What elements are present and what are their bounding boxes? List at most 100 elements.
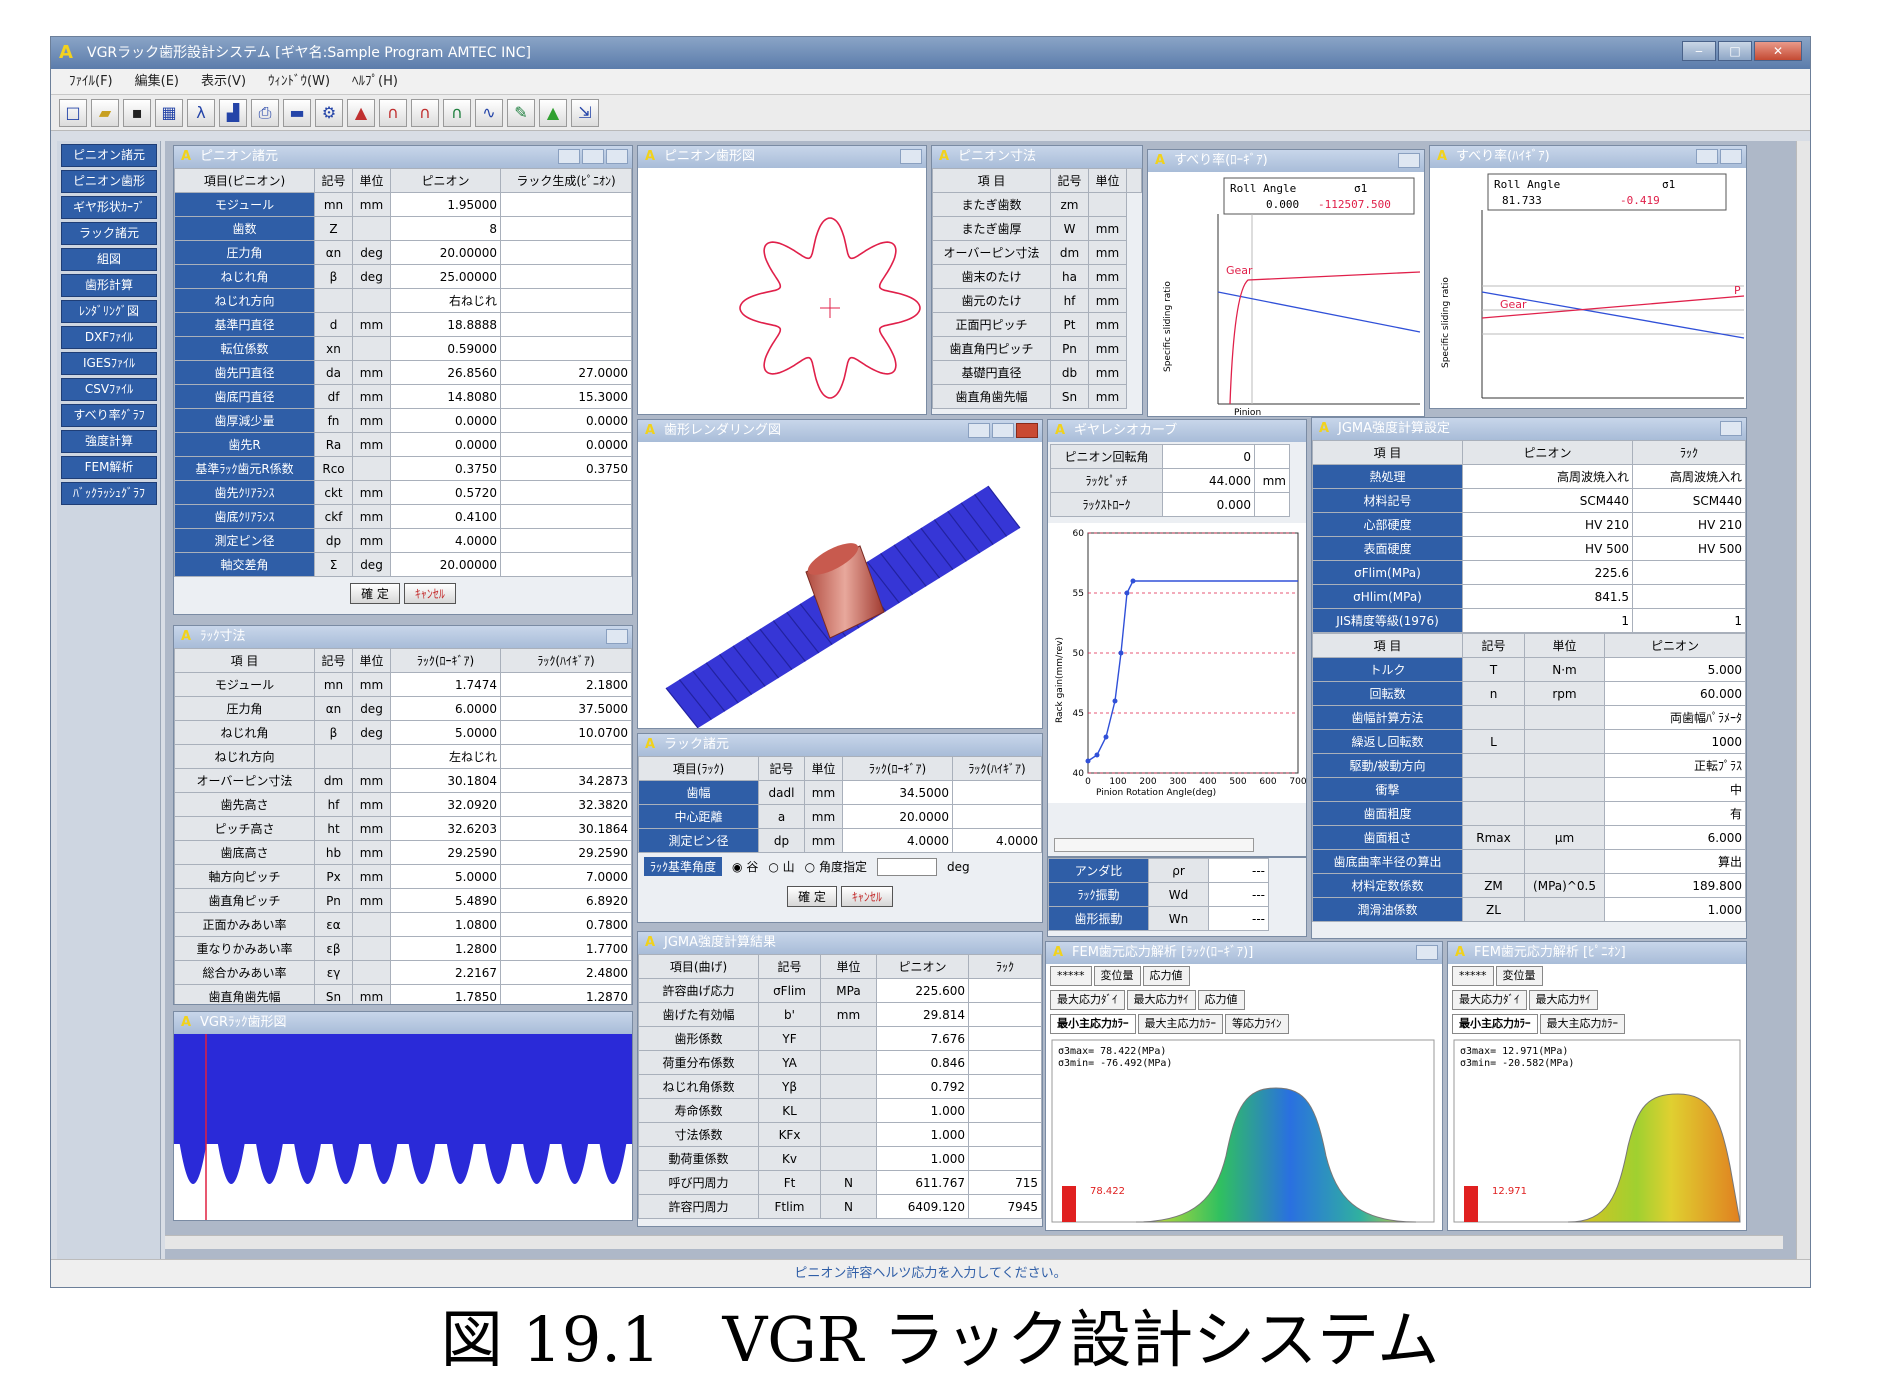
value-cell[interactable]: 34.5000 xyxy=(842,780,953,805)
close-button[interactable] xyxy=(606,629,628,644)
value-cell[interactable]: 1 xyxy=(1462,608,1633,633)
value-cell[interactable]: SCM440 xyxy=(1632,488,1746,513)
nav-csv[interactable]: CSVﾌｧｲﾙ xyxy=(61,378,157,401)
open-folder-icon[interactable]: ▰ xyxy=(91,99,119,127)
minimize-button[interactable]: ‒ xyxy=(1682,41,1716,61)
gear-icon[interactable]: ⚙ xyxy=(315,99,343,127)
fem-tab[interactable]: 最大応力ﾀﾞｲ xyxy=(1050,990,1125,1010)
maximize-button[interactable] xyxy=(582,149,604,164)
nav-rendering[interactable]: ﾚﾝﾀﾞﾘﾝｸﾞ図 xyxy=(61,300,157,323)
value-cell[interactable] xyxy=(500,288,632,313)
close-button[interactable] xyxy=(900,149,922,164)
value-cell[interactable] xyxy=(952,804,1042,829)
value-cell[interactable]: 30.1804 xyxy=(390,768,501,793)
value-cell[interactable]: 1.2870 xyxy=(500,984,632,1004)
value-cell[interactable]: 27.0000 xyxy=(500,360,632,385)
fem-tab[interactable]: ***** xyxy=(1452,966,1494,986)
window-titlebar[interactable]: A VGRラック歯形設計システム [ギヤ名:Sample Program AMT… xyxy=(51,37,1810,69)
value-cell[interactable]: --- xyxy=(1208,858,1269,883)
value-cell[interactable]: 2.1800 xyxy=(500,672,632,697)
value-cell[interactable] xyxy=(500,264,632,289)
value-cell[interactable]: 29.814 xyxy=(876,1002,969,1027)
value-cell[interactable]: HV 500 xyxy=(1632,536,1746,561)
value-cell[interactable]: 0.59000 xyxy=(390,336,501,361)
value-cell[interactable]: 1 xyxy=(1632,608,1746,633)
menu-edit[interactable]: 編集(E) xyxy=(127,69,187,94)
menu-window[interactable]: ｳｨﾝﾄﾞｳ(W) xyxy=(260,69,338,94)
value-cell[interactable]: 32.6203 xyxy=(390,816,501,841)
chart-icon[interactable]: ▟ xyxy=(219,99,247,127)
rack-dims-titlebar[interactable]: ﾗｯｸ寸法 xyxy=(174,626,632,648)
value-cell[interactable]: 20.00000 xyxy=(390,240,501,265)
fem-tab-min-principal[interactable]: 最小主応力ｶﾗｰ xyxy=(1452,1014,1538,1034)
value-cell[interactable]: 高周波焼入れ xyxy=(1632,464,1746,489)
fem-tab[interactable]: 変位量 xyxy=(1093,966,1141,986)
value-cell[interactable] xyxy=(500,240,632,265)
value-cell[interactable]: 26.8560 xyxy=(390,360,501,385)
pencil-icon[interactable]: ✎ xyxy=(507,99,535,127)
value-cell[interactable] xyxy=(500,192,632,217)
value-cell[interactable]: 10.0700 xyxy=(500,720,632,745)
maximize-button[interactable] xyxy=(992,423,1014,438)
value-cell[interactable]: 6.0000 xyxy=(390,696,501,721)
value-cell[interactable]: 0.3750 xyxy=(390,456,501,481)
vertical-scrollbar[interactable] xyxy=(1796,141,1810,1261)
menu-view[interactable]: 表示(V) xyxy=(193,69,254,94)
value-cell[interactable]: 0.0000 xyxy=(500,408,632,433)
bell-icon[interactable]: ∩ xyxy=(379,99,407,127)
nav-rack-specs[interactable]: ラック諸元 xyxy=(61,222,157,245)
value-cell[interactable]: 7945 xyxy=(968,1194,1042,1219)
value-cell[interactable]: 有 xyxy=(1604,801,1746,826)
value-cell[interactable]: 60.000 xyxy=(1604,681,1746,706)
value-cell[interactable] xyxy=(968,1026,1042,1051)
value-cell[interactable] xyxy=(1632,584,1746,609)
value-cell[interactable]: 1.000 xyxy=(876,1146,969,1171)
new-file-icon[interactable]: □ xyxy=(59,99,87,127)
value-cell[interactable] xyxy=(968,1074,1042,1099)
value-cell[interactable]: 4.0000 xyxy=(952,828,1042,853)
export-icon[interactable]: ⇲ xyxy=(571,99,599,127)
value-cell[interactable] xyxy=(500,744,632,769)
value-cell[interactable]: 1.0800 xyxy=(390,912,501,937)
fem-tab[interactable]: 最大応力ｻｲ xyxy=(1126,990,1196,1010)
value-cell[interactable]: 0.846 xyxy=(876,1050,969,1075)
value-cell[interactable]: 189.800 xyxy=(1604,873,1746,898)
value-cell[interactable]: 1.7474 xyxy=(390,672,501,697)
value-cell[interactable] xyxy=(968,1098,1042,1123)
value-cell[interactable]: 5.000 xyxy=(1604,657,1746,682)
value-cell[interactable]: 715 xyxy=(968,1170,1042,1195)
angle-input[interactable] xyxy=(876,857,937,876)
value-cell[interactable]: 6409.120 xyxy=(876,1194,969,1219)
value-cell[interactable] xyxy=(1254,492,1290,517)
value-cell[interactable]: 算出 xyxy=(1604,849,1746,874)
value-cell[interactable]: HV 210 xyxy=(1632,512,1746,537)
value-cell[interactable]: --- xyxy=(1208,882,1269,907)
close-button[interactable] xyxy=(1720,149,1742,164)
maximize-button[interactable]: □ xyxy=(1718,41,1752,61)
nav-profile-calc[interactable]: 歯形計算 xyxy=(61,274,157,297)
cancel-button[interactable]: ｷｬﾝｾﾙ xyxy=(403,583,456,604)
sliding-low-titlebar[interactable]: すべり率(ﾛｰｷﾞｱ) xyxy=(1148,150,1424,172)
fem-tab[interactable]: 最大応力ﾀﾞｲ xyxy=(1452,990,1527,1010)
value-cell[interactable]: 0 xyxy=(1162,444,1255,469)
nav-gear-curve[interactable]: ギヤ形状ｶｰﾌﾞ xyxy=(61,196,157,219)
value-cell[interactable] xyxy=(500,336,632,361)
value-cell[interactable]: 14.8080 xyxy=(390,384,501,409)
menu-file[interactable]: ﾌｧｲﾙ(F) xyxy=(61,69,121,94)
marker-icon[interactable]: ▲ xyxy=(539,99,567,127)
value-cell[interactable]: 2.2167 xyxy=(390,960,501,985)
curve-icon[interactable]: ∿ xyxy=(475,99,503,127)
pinion-profile-titlebar[interactable]: ピニオン歯形図 xyxy=(638,146,926,168)
nav-assembly[interactable]: 組図 xyxy=(61,248,157,271)
rendering-titlebar[interactable]: 歯形レンダリング図 xyxy=(638,420,1042,442)
value-cell[interactable]: 7.0000 xyxy=(500,864,632,889)
value-cell[interactable]: 32.0920 xyxy=(390,792,501,817)
value-cell[interactable]: 0.3750 xyxy=(500,456,632,481)
value-cell[interactable] xyxy=(968,978,1042,1003)
value-cell[interactable]: 0.4100 xyxy=(390,504,501,529)
close-button[interactable] xyxy=(1398,153,1420,168)
value-cell[interactable]: 5.0000 xyxy=(390,720,501,745)
value-cell[interactable]: 8 xyxy=(390,216,501,241)
value-cell[interactable]: 0.5720 xyxy=(390,480,501,505)
jgma-titlebar[interactable]: JGMA強度計算結果 xyxy=(638,932,1042,954)
